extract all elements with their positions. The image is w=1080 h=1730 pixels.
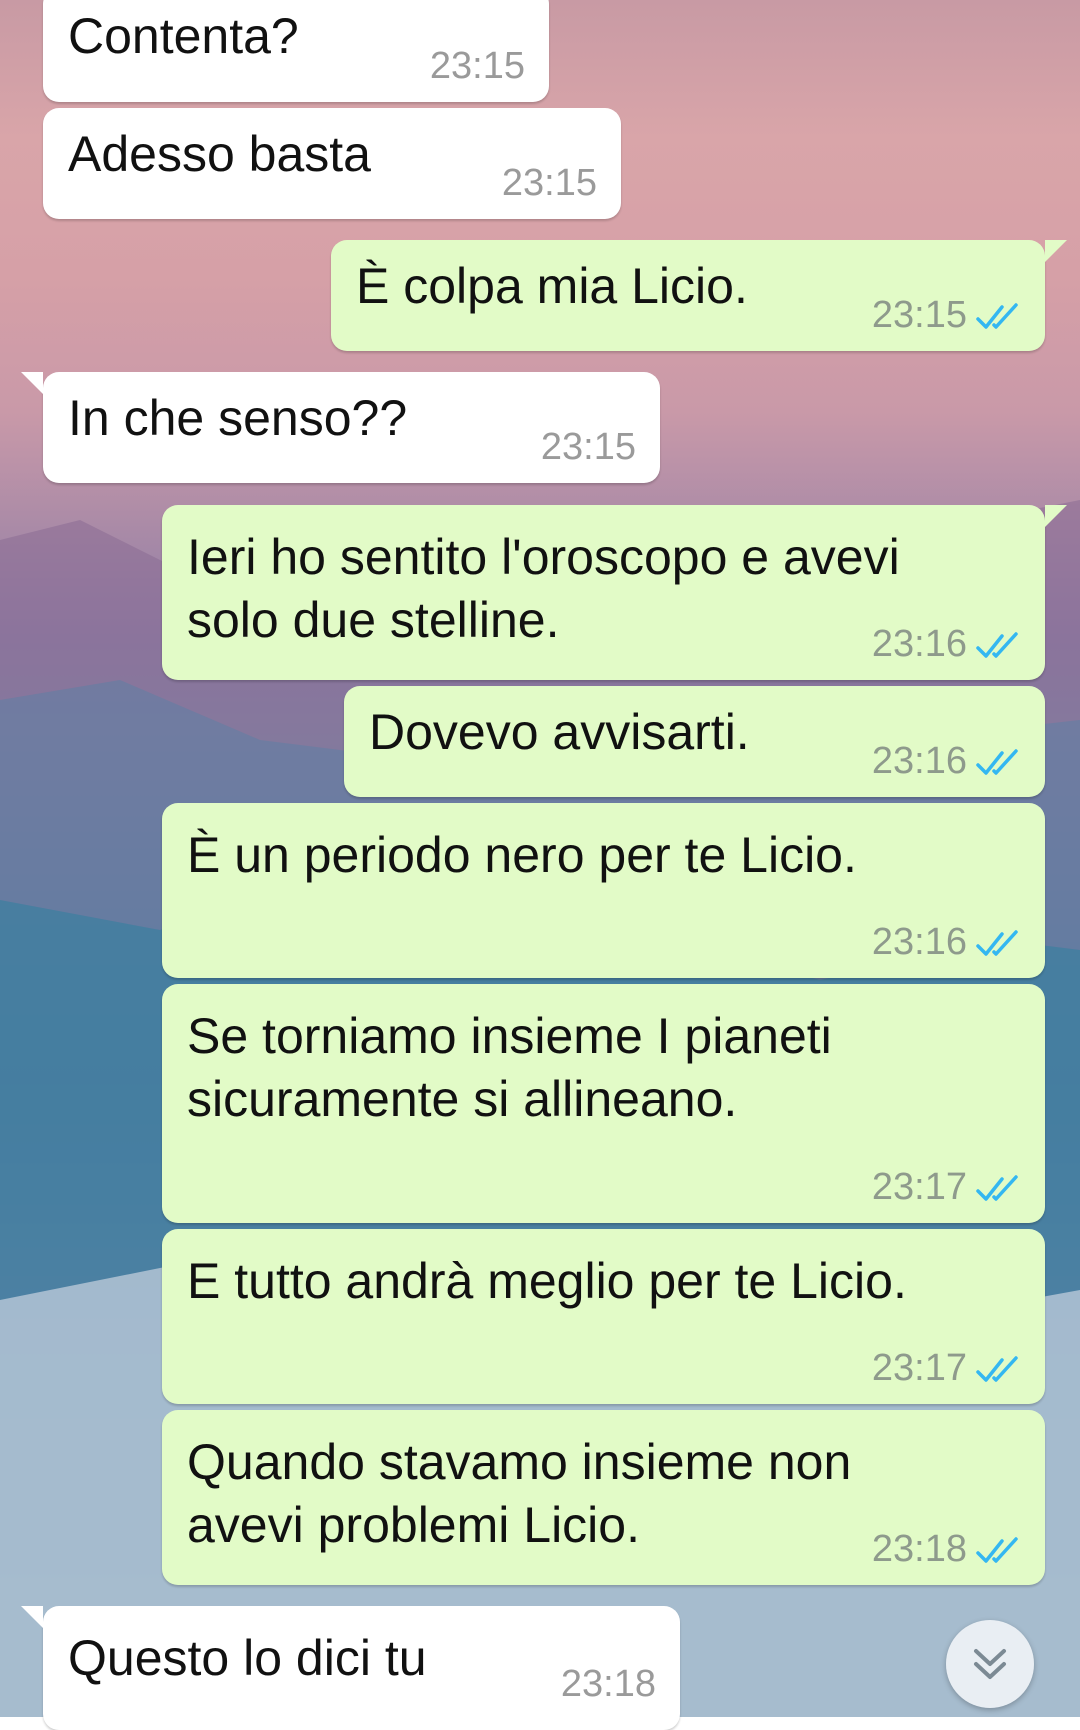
message-text-line: avevi problemi Licio.: [187, 1497, 640, 1553]
incoming-message[interactable]: Adesso basta 23:15: [43, 108, 621, 219]
double-check-icon: [976, 1355, 1018, 1382]
outgoing-message[interactable]: È colpa mia Licio. 23:15: [331, 240, 1067, 351]
message-text: E tutto andrà meglio per te Licio.: [187, 1253, 907, 1309]
message-text: Questo lo dici tu: [68, 1630, 427, 1686]
message-meta: 23:15: [430, 45, 525, 88]
chevron-double-down-icon: [974, 1649, 1006, 1679]
message-time: 23:15: [429, 45, 525, 87]
message-text: In che senso??: [68, 390, 408, 446]
incoming-message[interactable]: Contenta? 23:15: [43, 0, 549, 102]
incoming-message[interactable]: Questo lo dici tu 23:18: [21, 1606, 680, 1730]
message-text: Adesso basta: [68, 126, 371, 182]
message-time: 23:15: [871, 294, 967, 336]
message-time: 23:17: [871, 1347, 967, 1389]
message-meta: 23:16: [872, 623, 1021, 666]
message-text: Contenta?: [68, 8, 299, 64]
message-text-line: solo due stelline.: [187, 592, 560, 648]
double-check-icon: [976, 929, 1018, 956]
message-time: 23:17: [871, 1166, 967, 1208]
outgoing-message[interactable]: Se torniamo insieme I pianeti sicurament…: [162, 984, 1045, 1223]
message-meta: 23:16: [872, 921, 1021, 964]
message-text: È un periodo nero per te Licio.: [187, 827, 857, 883]
message-meta: 23:17: [872, 1166, 1021, 1209]
scroll-to-bottom-button[interactable]: [946, 1620, 1034, 1708]
message-meta: 23:18: [561, 1663, 656, 1706]
outgoing-message[interactable]: E tutto andrà meglio per te Licio. 23:17: [162, 1229, 1045, 1404]
message-time: 23:15: [540, 426, 636, 468]
outgoing-message[interactable]: Ieri ho sentito l'oroscopo e avevi solo …: [162, 505, 1067, 680]
incoming-message[interactable]: In che senso?? 23:15: [21, 372, 660, 483]
message-meta: 23:18: [872, 1528, 1021, 1571]
double-check-icon: [976, 1174, 1018, 1201]
message-time: 23:16: [871, 921, 967, 963]
message-meta: 23:15: [502, 162, 597, 205]
message-time: 23:18: [871, 1528, 967, 1570]
message-text-line: Se torniamo insieme I pianeti: [187, 1008, 832, 1064]
double-check-icon: [976, 748, 1018, 775]
message-time: 23:16: [871, 740, 967, 782]
double-check-icon: [976, 302, 1018, 329]
double-check-icon: [976, 631, 1018, 658]
message-meta: 23:15: [541, 426, 636, 469]
message-meta: 23:17: [872, 1347, 1021, 1390]
message-text: Dovevo avvisarti.: [369, 704, 750, 760]
message-meta: 23:16: [872, 740, 1021, 783]
message-time: 23:16: [871, 623, 967, 665]
outgoing-message[interactable]: Dovevo avvisarti. 23:16: [344, 686, 1045, 797]
double-check-icon: [976, 1536, 1018, 1563]
message-time: 23:15: [501, 162, 597, 204]
message-text-line: sicuramente si allineano.: [187, 1071, 738, 1127]
outgoing-message[interactable]: È un periodo nero per te Licio. 23:16: [162, 803, 1045, 978]
outgoing-message[interactable]: Quando stavamo insieme non avevi problem…: [162, 1410, 1045, 1585]
message-time: 23:18: [560, 1663, 656, 1705]
message-meta: 23:15: [872, 294, 1021, 337]
message-text: È colpa mia Licio.: [356, 258, 748, 314]
message-text-line: Ieri ho sentito l'oroscopo e avevi: [187, 529, 900, 585]
message-text-line: Quando stavamo insieme non: [187, 1434, 852, 1490]
